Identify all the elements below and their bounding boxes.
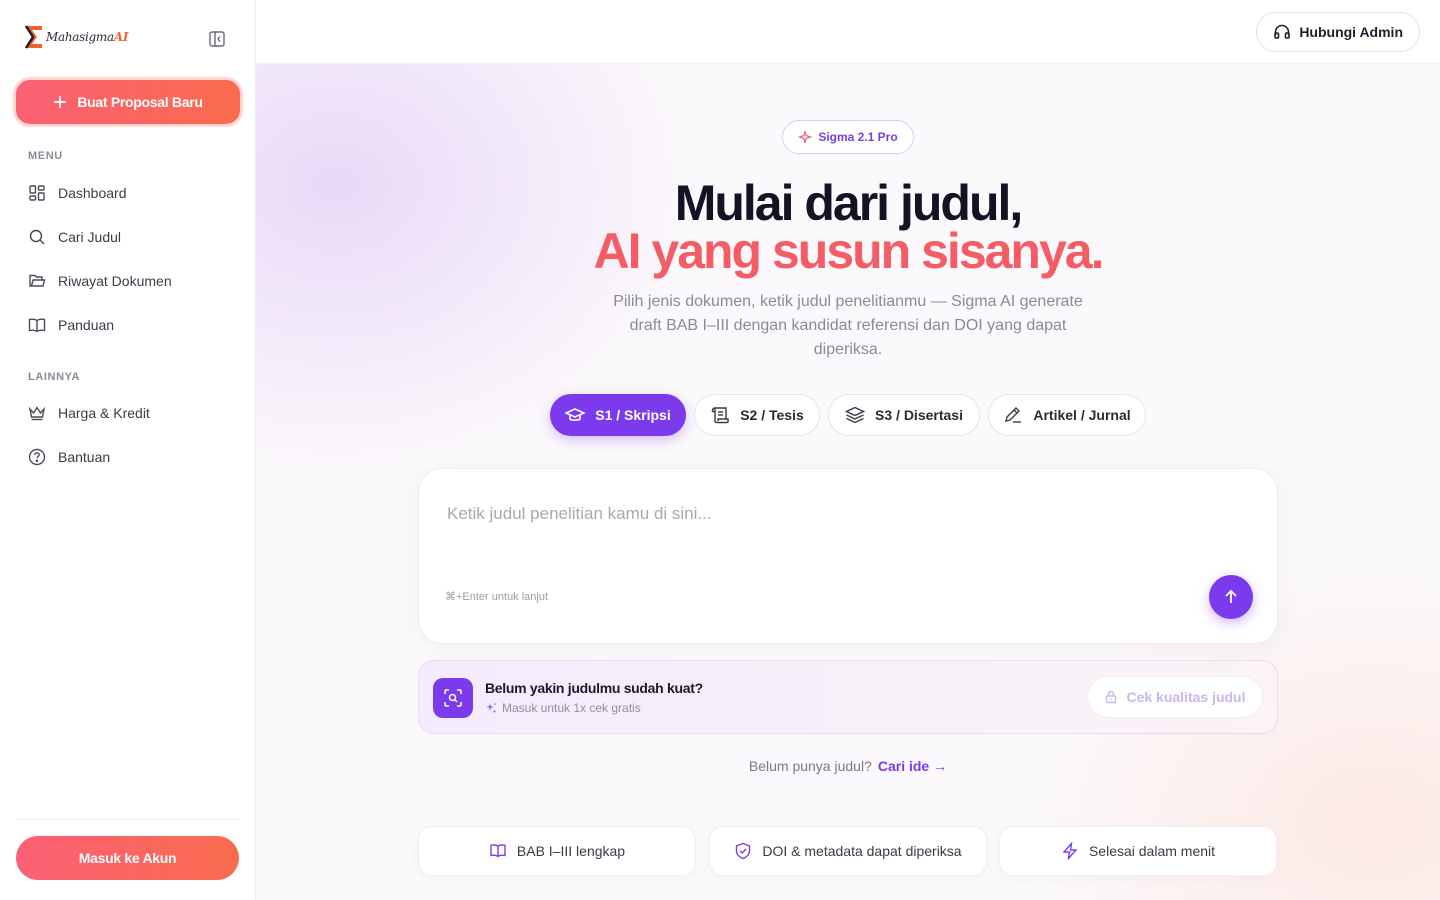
layers-icon [845, 406, 866, 424]
login-button[interactable]: Masuk ke Akun [16, 836, 239, 880]
document-type-tabs: S1 / Skripsi S2 / Tesis S3 / Disertasi A… [256, 394, 1440, 436]
sidebar-item-label: Cari Judul [58, 229, 122, 245]
sidebar-item-riwayat-dokumen[interactable]: Riwayat Dokumen [16, 261, 240, 301]
arrow-up-icon [1225, 589, 1237, 603]
crown-icon [28, 406, 46, 421]
shield-check-icon [736, 842, 751, 860]
scan-search-icon [433, 678, 473, 718]
sidebar-item-label: Bantuan [58, 449, 111, 465]
feature-doi: DOI & metadata dapat diperiksa [709, 826, 987, 876]
title-quality-card: Belum yakin judulmu sudah kuat? Masuk un… [418, 660, 1278, 734]
lock-icon [1106, 690, 1117, 704]
keyboard-hint: ⌘+Enter untuk lanjut [445, 591, 549, 603]
feature-label: Selesai dalam menit [1088, 843, 1216, 859]
sidebar: MahasigmaAI Buat Proposal Baru MENU Dash… [0, 0, 256, 900]
check-title-quality-button[interactable]: Cek kualitas judul [1087, 676, 1263, 718]
contact-admin-button[interactable]: Hubungi Admin [1256, 12, 1420, 52]
main-content: Sigma 2.1 Pro Mulai dari judul, AI yang … [256, 64, 1440, 900]
new-proposal-button[interactable]: Buat Proposal Baru [16, 80, 240, 124]
sidebar-item-label: Panduan [58, 317, 115, 333]
help-circle-icon [28, 448, 46, 466]
no-title-text: Belum punya judul? [748, 758, 872, 774]
tab-label: Artikel / Jurnal [1033, 407, 1131, 423]
hero-title-line2: AI yang susun sisanya. [593, 223, 1105, 279]
brand-wordmark: MahasigmaAI [46, 30, 129, 44]
sidebar-toggle-icon [209, 31, 225, 47]
headphones-icon [1274, 24, 1291, 39]
find-idea-link[interactable]: Cari ide → [878, 758, 947, 774]
sidebar-item-label: Harga & Kredit [58, 405, 150, 421]
sidebar-item-panduan[interactable]: Panduan [16, 305, 240, 345]
plus-icon [54, 96, 67, 108]
tab-artikel-jurnal[interactable]: Artikel / Jurnal [988, 394, 1146, 436]
quality-card-subtitle: Masuk untuk 1x cek gratis [485, 701, 641, 715]
brand-logo[interactable]: MahasigmaAI [24, 24, 128, 50]
contact-admin-label: Hubungi Admin [1299, 24, 1403, 40]
folder-icon [29, 274, 46, 287]
sidebar-item-label: Dashboard [58, 185, 127, 201]
model-badge-label: Sigma 2.1 Pro [818, 130, 898, 144]
feature-speed: Selesai dalam menit [999, 826, 1277, 876]
submit-title-button[interactable] [1209, 575, 1253, 619]
other-section-label: LAINNYA [28, 371, 81, 383]
sidebar-item-harga-kredit[interactable]: Harga & Kredit [16, 393, 240, 433]
dashboard-icon [29, 185, 45, 201]
sigma-logo-icon [24, 25, 42, 49]
quality-card-subtitle-text: Masuk untuk 1x cek gratis [502, 701, 641, 715]
sidebar-collapse-button[interactable] [206, 28, 228, 50]
feature-label: BAB I–III lengkap [516, 843, 626, 859]
tab-s3-disertasi[interactable]: S3 / Disertasi [828, 394, 980, 436]
topbar: Hubungi Admin [256, 0, 1440, 64]
research-title-input[interactable] [447, 499, 1227, 529]
graduation-cap-icon [565, 408, 586, 421]
book-open-icon [490, 844, 506, 858]
feature-label: DOI & metadata dapat diperiksa [762, 843, 962, 859]
feature-chapters: BAB I–III lengkap [418, 826, 696, 876]
new-proposal-label: Buat Proposal Baru [77, 94, 203, 110]
hero-subtitle: Pilih jenis dokumen, ketik judul penelit… [613, 293, 1083, 358]
pen-icon [1005, 407, 1022, 423]
quality-card-title: Belum yakin judulmu sudah kuat? [485, 680, 703, 696]
search-icon [29, 229, 45, 245]
tab-label: S1 / Skripsi [595, 407, 671, 423]
tab-s1-skripsi[interactable]: S1 / Skripsi [550, 394, 686, 436]
check-title-quality-label: Cek kualitas judul [1126, 689, 1246, 705]
sidebar-item-dashboard[interactable]: Dashboard [16, 173, 240, 213]
tab-s2-tesis[interactable]: S2 / Tesis [694, 394, 820, 436]
model-badge: Sigma 2.1 Pro [782, 120, 914, 154]
sidebar-item-label: Riwayat Dokumen [58, 273, 172, 289]
tab-label: S3 / Disertasi [875, 407, 963, 423]
no-title-prompt: Belum punya judul? Cari ide → [256, 758, 1440, 774]
sparkles-icon [486, 703, 496, 713]
scroll-icon [712, 407, 730, 424]
sidebar-divider [16, 819, 240, 820]
tab-label: S2 / Tesis [740, 407, 804, 423]
menu-section-label: MENU [28, 150, 63, 162]
title-input-card: ⌘+Enter untuk lanjut [418, 468, 1278, 644]
sparkle-icon [798, 130, 813, 144]
sidebar-item-cari-judul[interactable]: Cari Judul [16, 217, 240, 257]
sidebar-item-bantuan[interactable]: Bantuan [16, 437, 240, 477]
book-icon [28, 318, 46, 333]
lightning-icon [1062, 842, 1078, 860]
